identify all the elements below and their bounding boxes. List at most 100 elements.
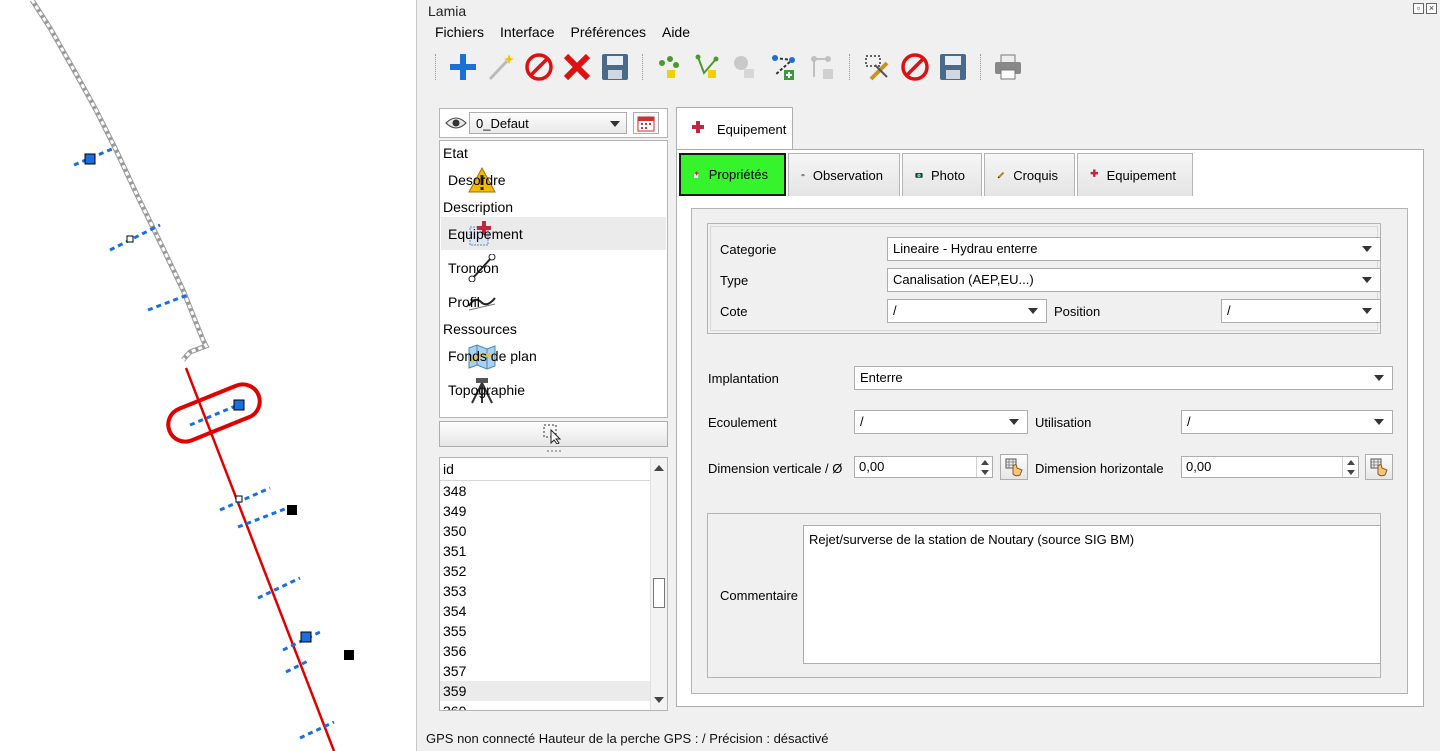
tab-equipement-top[interactable]: Equipement — [676, 107, 793, 150]
tab-observation[interactable]: Observation — [788, 153, 900, 196]
splitter-handle[interactable] — [547, 450, 561, 453]
float-window-button[interactable]: ▫ — [1413, 3, 1424, 14]
tab-equipement-sub[interactable]: Equipement — [1077, 153, 1193, 196]
tab-photo[interactable]: Photo — [902, 153, 982, 196]
spin-down-icon[interactable] — [1343, 467, 1358, 477]
select-cursor-icon — [543, 424, 561, 444]
equipment-icon — [693, 171, 699, 178]
chevron-down-icon — [1374, 419, 1384, 425]
add-button[interactable] — [444, 48, 482, 86]
list-item[interactable]: 352 — [440, 561, 651, 581]
utilisation-select[interactable]: / — [1181, 410, 1393, 434]
map-canvas[interactable] — [0, 0, 416, 751]
measure-tool-button[interactable] — [858, 48, 896, 86]
scroll-up-icon[interactable] — [651, 460, 667, 476]
dim-horizontale-input[interactable]: 0,00 — [1181, 456, 1359, 478]
ecoulement-select[interactable]: / — [854, 410, 1028, 434]
spin-buttons[interactable] — [1342, 457, 1358, 477]
chevron-down-icon — [1028, 308, 1038, 314]
version-combo[interactable]: 0_Defaut — [469, 112, 627, 134]
list-item[interactable]: 357 — [440, 661, 651, 681]
list-item[interactable]: 348 — [440, 481, 651, 501]
tree-item-troncon[interactable]: Troncon — [441, 251, 666, 284]
tree-item-label: Desordre — [448, 171, 506, 188]
id-list-scrollbar[interactable] — [650, 458, 667, 710]
map-dashed-segment — [109, 223, 161, 252]
status-bar: GPS non connecté Hauteur de la perche GP… — [426, 731, 829, 746]
cote-select[interactable]: / — [887, 299, 1047, 323]
list-item[interactable]: 354 — [440, 601, 651, 621]
position-label: Position — [1054, 304, 1101, 319]
id-list-header[interactable]: id — [440, 458, 651, 481]
menu-aide[interactable]: Aide — [654, 23, 698, 41]
tab-label: Equipement — [1106, 167, 1176, 183]
calendar-icon — [637, 116, 655, 132]
map-point-small — [126, 235, 134, 243]
tree-item-profil[interactable]: Profil — [441, 285, 666, 318]
list-item[interactable]: 351 — [440, 541, 651, 561]
dim-verticale-input[interactable]: 0,00 — [854, 456, 993, 478]
list-item[interactable]: 356 — [440, 641, 651, 661]
tab-proprietes[interactable]: Propriétés — [679, 153, 786, 196]
tree-item-desordre[interactable]: Desordre — [441, 163, 666, 196]
position-value: / — [1227, 303, 1231, 318]
tree-group-description: Description — [443, 199, 514, 215]
spin-down-icon[interactable] — [977, 467, 992, 477]
map-selection-highlight — [166, 382, 262, 444]
eye-icon[interactable] — [443, 112, 469, 134]
print-button[interactable] — [989, 48, 1027, 86]
list-item[interactable]: 349 — [440, 501, 651, 521]
save-icon — [940, 54, 966, 80]
save-button[interactable] — [596, 48, 634, 86]
measure-tool-icon — [865, 55, 889, 81]
spin-up-icon[interactable] — [977, 457, 992, 467]
select-feature-button[interactable] — [439, 421, 668, 447]
tree-item-topographie[interactable]: Topographie — [441, 373, 666, 406]
spin-up-icon[interactable] — [1343, 457, 1358, 467]
add-icon — [450, 54, 476, 80]
tab-croquis[interactable]: Croquis — [984, 153, 1075, 196]
position-select[interactable]: / — [1221, 299, 1381, 323]
lamia-panel: Lamia ▫ × Fichiers Interface Préférences… — [416, 0, 1440, 751]
map-dashed-segment — [189, 403, 239, 427]
menu-interface[interactable]: Interface — [492, 23, 562, 41]
menu-preferences[interactable]: Préférences — [563, 23, 654, 41]
pick-hand-icon — [1005, 458, 1023, 477]
tree-item-fonds-de-plan[interactable]: Fonds de plan — [441, 339, 666, 372]
vertex-tool-button[interactable] — [689, 48, 727, 86]
cancel-edit-button[interactable] — [896, 48, 934, 86]
menu-fichiers[interactable]: Fichiers — [427, 23, 492, 41]
branch-tool-button[interactable] — [803, 48, 841, 86]
dim-horizontale-label: Dimension horizontale — [1035, 461, 1164, 476]
line-add-button[interactable] — [765, 48, 803, 86]
list-item[interactable]: 355 — [440, 621, 651, 641]
node-delete-button[interactable] — [727, 48, 765, 86]
categorie-label: Categorie — [720, 242, 777, 257]
commentaire-textarea[interactable]: Rejet/surverse de la station de Noutary … — [803, 525, 1381, 664]
print-icon — [995, 54, 1021, 80]
list-item[interactable]: 353 — [440, 581, 651, 601]
node-add-button[interactable] — [651, 48, 689, 86]
categorie-select[interactable]: Lineaire - Hydrau enterre — [887, 237, 1381, 261]
tree-item-label: Equipement — [448, 225, 523, 242]
measure-horizontal-button[interactable] — [1365, 454, 1393, 480]
map-grey-line — [29, 0, 210, 362]
scroll-thumb[interactable] — [653, 578, 665, 608]
measure-vertical-button[interactable] — [1000, 454, 1028, 480]
list-item[interactable]: 350 — [440, 521, 651, 541]
delete-button[interactable] — [558, 48, 596, 86]
scroll-down-icon[interactable] — [651, 692, 667, 708]
list-item-selected[interactable]: 359 — [440, 681, 651, 701]
spin-buttons[interactable] — [976, 457, 992, 477]
magic-wand-button[interactable] — [482, 48, 520, 86]
close-window-button[interactable]: × — [1426, 3, 1437, 14]
map-point-small — [235, 495, 243, 503]
tree-item-equipement[interactable]: Equipement — [441, 217, 666, 250]
type-select[interactable]: Canalisation (AEP,EU...) — [887, 268, 1381, 292]
calendar-button[interactable] — [633, 112, 659, 134]
save-edit-button[interactable] — [934, 48, 972, 86]
id-list: id 348 349 350 351 352 353 354 355 356 3… — [439, 457, 668, 711]
cancel-button[interactable] — [520, 48, 558, 86]
implantation-select[interactable]: Enterre — [854, 366, 1393, 390]
list-item[interactable]: 360 — [440, 701, 651, 710]
